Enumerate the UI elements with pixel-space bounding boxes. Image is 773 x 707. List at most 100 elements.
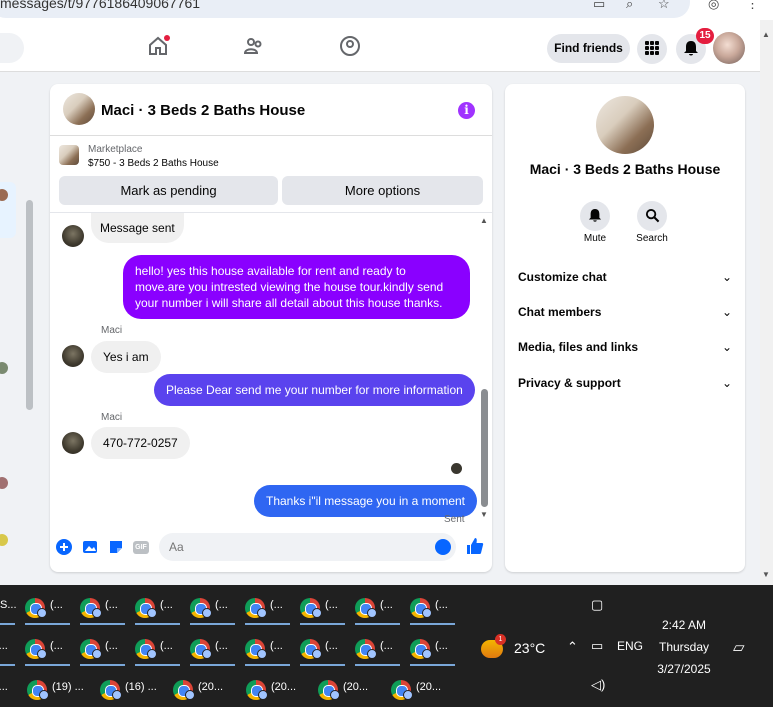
mute-label: Mute: [583, 233, 607, 244]
plus-icon[interactable]: [56, 539, 72, 555]
taskbar-window[interactable]: (...: [80, 628, 125, 666]
taskbar-window[interactable]: (...: [0, 669, 15, 707]
groups-icon[interactable]: [338, 34, 362, 58]
message-bubble[interactable]: Please Dear send me your number for more…: [154, 374, 475, 406]
sender-avatar[interactable]: [62, 225, 84, 247]
chat-list-avatar[interactable]: [0, 362, 8, 374]
taskbar: S... (... (... (... (... (... (... (... …: [0, 585, 773, 707]
browser-address-bar: messages/t/9776186409067761 ▭ ⌕ ☆ ◎ ⋮: [0, 0, 773, 20]
star-icon[interactable]: ☆: [658, 0, 670, 12]
taskbar-window[interactable]: (20...: [246, 669, 310, 707]
taskbar-window[interactable]: (...: [0, 628, 15, 666]
camera-icon[interactable]: ▢: [591, 597, 603, 613]
taskbar-window[interactable]: S...: [0, 587, 17, 625]
taskbar-window[interactable]: (...: [355, 587, 400, 625]
taskbar-window[interactable]: (20...: [391, 669, 455, 707]
message-bubble[interactable]: Thanks i"il message you in a moment: [254, 485, 478, 517]
message-bubble[interactable]: Yes i am: [91, 341, 161, 373]
menu-grid-button[interactable]: [637, 34, 667, 64]
account-avatar[interactable]: [713, 32, 745, 64]
find-friends-button[interactable]: Find friends: [547, 34, 630, 63]
taskbar-window[interactable]: (...: [245, 587, 290, 625]
listing-thumbnail[interactable]: [59, 145, 79, 165]
taskbar-window[interactable]: (...: [135, 587, 180, 625]
taskbar-window[interactable]: (...: [410, 628, 455, 666]
scroll-up-arrow[interactable]: ▲: [762, 30, 770, 39]
chevron-down-icon: ⌄: [721, 376, 732, 390]
chat-members-row[interactable]: Chat members ⌄: [518, 301, 732, 323]
thread-scroll-down[interactable]: ▼: [480, 510, 488, 519]
language-indicator[interactable]: ENG: [617, 639, 643, 653]
taskbar-window[interactable]: (20...: [318, 669, 382, 707]
section-label: Privacy & support: [518, 376, 621, 390]
taskbar-window[interactable]: (...: [300, 628, 345, 666]
search-stub[interactable]: [0, 33, 24, 63]
chat-list-scrollbar[interactable]: [26, 200, 33, 410]
volume-icon[interactable]: ◁): [591, 677, 605, 693]
clock-day: Thursday: [658, 640, 710, 654]
taskbar-window[interactable]: (20...: [173, 669, 237, 707]
emoji-icon[interactable]: [435, 539, 451, 555]
weather-widget[interactable]: 1 23°C: [481, 634, 561, 662]
media-files-links-row[interactable]: Media, files and links ⌄: [518, 336, 732, 358]
sender-avatar[interactable]: [62, 345, 84, 367]
chat-title[interactable]: Maci · 3 Beds 2 Baths House: [101, 102, 305, 119]
message-bubble[interactable]: Message sent: [91, 213, 184, 243]
taskbar-window[interactable]: (...: [190, 587, 235, 625]
taskbar-window[interactable]: (...: [410, 587, 455, 625]
message-bubble[interactable]: hello! yes this house available for rent…: [123, 255, 470, 319]
info-icon[interactable]: i: [458, 102, 475, 119]
bell-icon: [588, 208, 602, 222]
taskbar-window[interactable]: (...: [80, 587, 125, 625]
page-scrollbar[interactable]: ▲ ▼: [760, 20, 773, 585]
url-text[interactable]: messages/t/9776186409067761: [0, 0, 200, 11]
profile-icon[interactable]: ◎: [708, 0, 719, 12]
taskbar-window[interactable]: (16) ...: [100, 669, 164, 707]
bell-icon: [684, 41, 698, 56]
taskbar-window[interactable]: (...: [135, 628, 180, 666]
image-icon[interactable]: [82, 539, 98, 555]
taskbar-window[interactable]: (...: [25, 587, 70, 625]
chat-list-avatar[interactable]: [0, 534, 8, 546]
scroll-down-arrow[interactable]: ▼: [762, 570, 770, 579]
thread-scroll-up[interactable]: ▲: [480, 216, 488, 225]
notification-badge: 15: [696, 28, 714, 44]
thumbs-up-icon[interactable]: [466, 537, 484, 555]
search-button[interactable]: [637, 201, 667, 231]
taskbar-window[interactable]: (...: [300, 587, 345, 625]
profile-avatar[interactable]: [596, 96, 654, 154]
thread-scroll-thumb[interactable]: [481, 389, 488, 507]
privacy-support-row[interactable]: Privacy & support ⌄: [518, 372, 732, 394]
sender-avatar[interactable]: [62, 432, 84, 454]
friends-icon[interactable]: [242, 34, 266, 58]
gif-icon[interactable]: GIF: [133, 541, 149, 554]
chat-panel: Maci · 3 Beds 2 Baths House i Marketplac…: [50, 84, 492, 572]
menu-icon[interactable]: ⋮: [746, 0, 759, 12]
more-options-button[interactable]: More options: [282, 176, 483, 205]
cast-icon[interactable]: ▭: [593, 0, 605, 12]
sticker-icon[interactable]: [108, 539, 124, 555]
chat-list-avatar[interactable]: [0, 477, 8, 489]
taskbar-window[interactable]: (...: [25, 628, 70, 666]
message-input[interactable]: [159, 533, 456, 561]
chat-list-strip: [0, 72, 38, 585]
taskbar-window[interactable]: (19) ...: [27, 669, 93, 707]
taskbar-window[interactable]: (...: [245, 628, 290, 666]
message-bubble[interactable]: 470-772-0257: [91, 427, 190, 459]
mute-button[interactable]: [580, 201, 610, 231]
taskbar-window[interactable]: (...: [355, 628, 400, 666]
section-label: Customize chat: [518, 270, 607, 284]
listing-title[interactable]: $750 - 3 Beds 2 Baths House: [88, 158, 219, 169]
network-icon[interactable]: ▭: [591, 638, 603, 654]
top-navigation: Find friends 15: [0, 20, 760, 72]
clock[interactable]: 2:42 AM Thursday 3/27/2025: [650, 614, 718, 680]
taskbar-window[interactable]: (...: [190, 628, 235, 666]
section-label: Media, files and links: [518, 340, 639, 354]
chat-avatar[interactable]: [63, 93, 95, 125]
notification-center-icon[interactable]: ▱: [733, 638, 745, 656]
zoom-icon[interactable]: ⌕: [626, 0, 633, 12]
mark-pending-button[interactable]: Mark as pending: [59, 176, 278, 205]
customize-chat-row[interactable]: Customize chat ⌄: [518, 266, 732, 288]
chevron-up-icon[interactable]: ⌃: [567, 639, 578, 655]
thread-scrollbar[interactable]: ▲ ▼: [479, 213, 491, 523]
